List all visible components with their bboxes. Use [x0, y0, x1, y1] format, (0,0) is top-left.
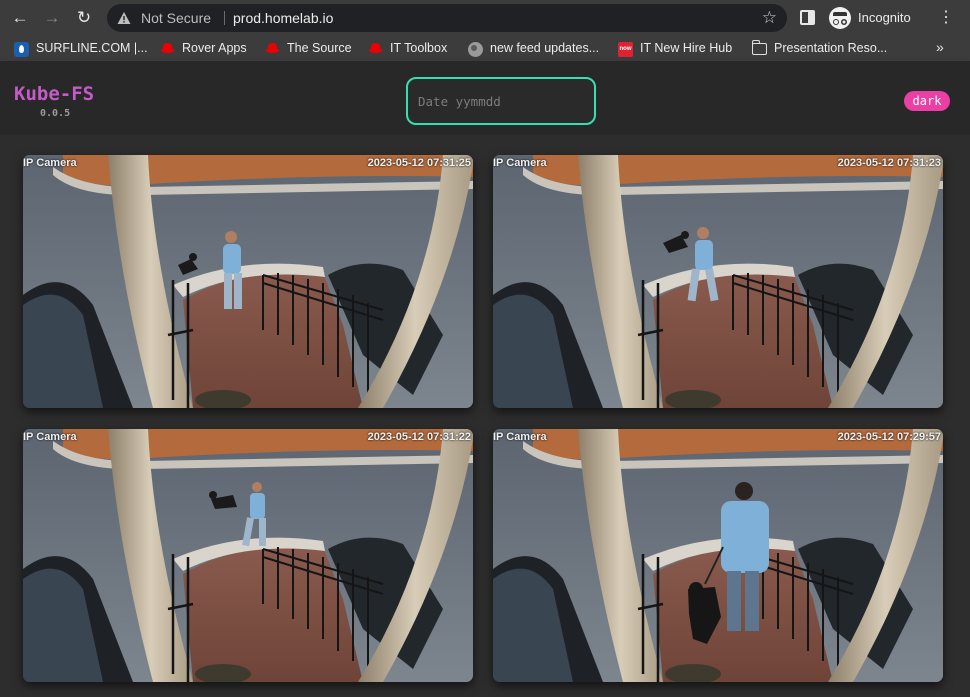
- app-version: 0.0.5: [40, 108, 71, 119]
- camera-label: IP Camera: [493, 157, 547, 169]
- camera-label: IP Camera: [23, 431, 77, 443]
- app-header: Kube-FS 0.0.5 dark: [0, 63, 970, 135]
- bookmark-label: Presentation Reso...: [774, 41, 888, 55]
- camera-image: [23, 429, 473, 682]
- incognito-icon[interactable]: [829, 7, 851, 29]
- redhat-icon: [160, 42, 175, 57]
- bookmark-label: IT Toolbox: [390, 41, 448, 55]
- bookmark-label: Rover Apps: [182, 41, 247, 55]
- camera-timestamp: 2023-05-12 07:29:57: [837, 431, 941, 443]
- redhat-icon: [368, 42, 383, 57]
- theme-toggle-button[interactable]: dark: [904, 91, 950, 111]
- camera-image: [23, 155, 473, 408]
- more-bookmarks-icon[interactable]: »: [936, 39, 944, 55]
- camera-timestamp: 2023-05-12 07:31:23: [837, 157, 941, 169]
- warning-icon[interactable]: [117, 11, 131, 25]
- camera-snapshot[interactable]: IP Camera 2023-05-12 07:29:57: [493, 429, 943, 682]
- security-label[interactable]: Not Secure: [141, 10, 211, 26]
- date-search-input[interactable]: [406, 77, 596, 125]
- camera-label: IP Camera: [493, 431, 547, 443]
- camera-snapshot[interactable]: IP Camera 2023-05-12 07:31:22: [23, 429, 473, 682]
- bookmarks-bar: SURFLINE.COM |... Rover Apps The Source …: [0, 36, 970, 62]
- camera-timestamp: 2023-05-12 07:31:25: [367, 157, 471, 169]
- forward-arrow-icon[interactable]: →: [42, 8, 62, 28]
- bookmark-label: new feed updates...: [490, 41, 600, 55]
- side-panel-icon[interactable]: [800, 10, 815, 25]
- url-text[interactable]: prod.homelab.io: [233, 10, 333, 26]
- camera-snapshot[interactable]: IP Camera 2023-05-12 07:31:25: [23, 155, 473, 408]
- snapshot-gallery: IP Camera 2023-05-12 07:31:25 IP Camera …: [0, 135, 970, 697]
- address-bar[interactable]: Not Secure prod.homelab.io ☆: [107, 4, 787, 32]
- divider: [224, 11, 225, 25]
- browser-toolbar: ← → ↻ Not Secure prod.homelab.io ☆ Incog…: [0, 0, 970, 36]
- globe-icon: [468, 42, 483, 57]
- bookmark-label: SURFLINE.COM |...: [36, 41, 148, 55]
- bookmark-label: IT New Hire Hub: [640, 41, 733, 55]
- camera-label: IP Camera: [23, 157, 77, 169]
- app-title: Kube-FS: [14, 83, 95, 105]
- folder-icon: [751, 40, 767, 55]
- camera-image: [493, 155, 943, 408]
- reload-icon[interactable]: ↻: [74, 8, 94, 28]
- redhat-icon: [265, 42, 280, 57]
- incognito-label[interactable]: Incognito: [858, 10, 911, 25]
- bookmark-star-icon[interactable]: ☆: [762, 8, 777, 28]
- back-arrow-icon[interactable]: ←: [10, 8, 30, 28]
- servicenow-icon: now: [618, 42, 633, 57]
- camera-timestamp: 2023-05-12 07:31:22: [367, 431, 471, 443]
- camera-image: [493, 429, 943, 682]
- camera-snapshot[interactable]: IP Camera 2023-05-12 07:31:23: [493, 155, 943, 408]
- bookmark-label: The Source: [287, 41, 352, 55]
- surfline-icon: [14, 42, 29, 57]
- kebab-menu-icon[interactable]: ⋮: [938, 8, 954, 28]
